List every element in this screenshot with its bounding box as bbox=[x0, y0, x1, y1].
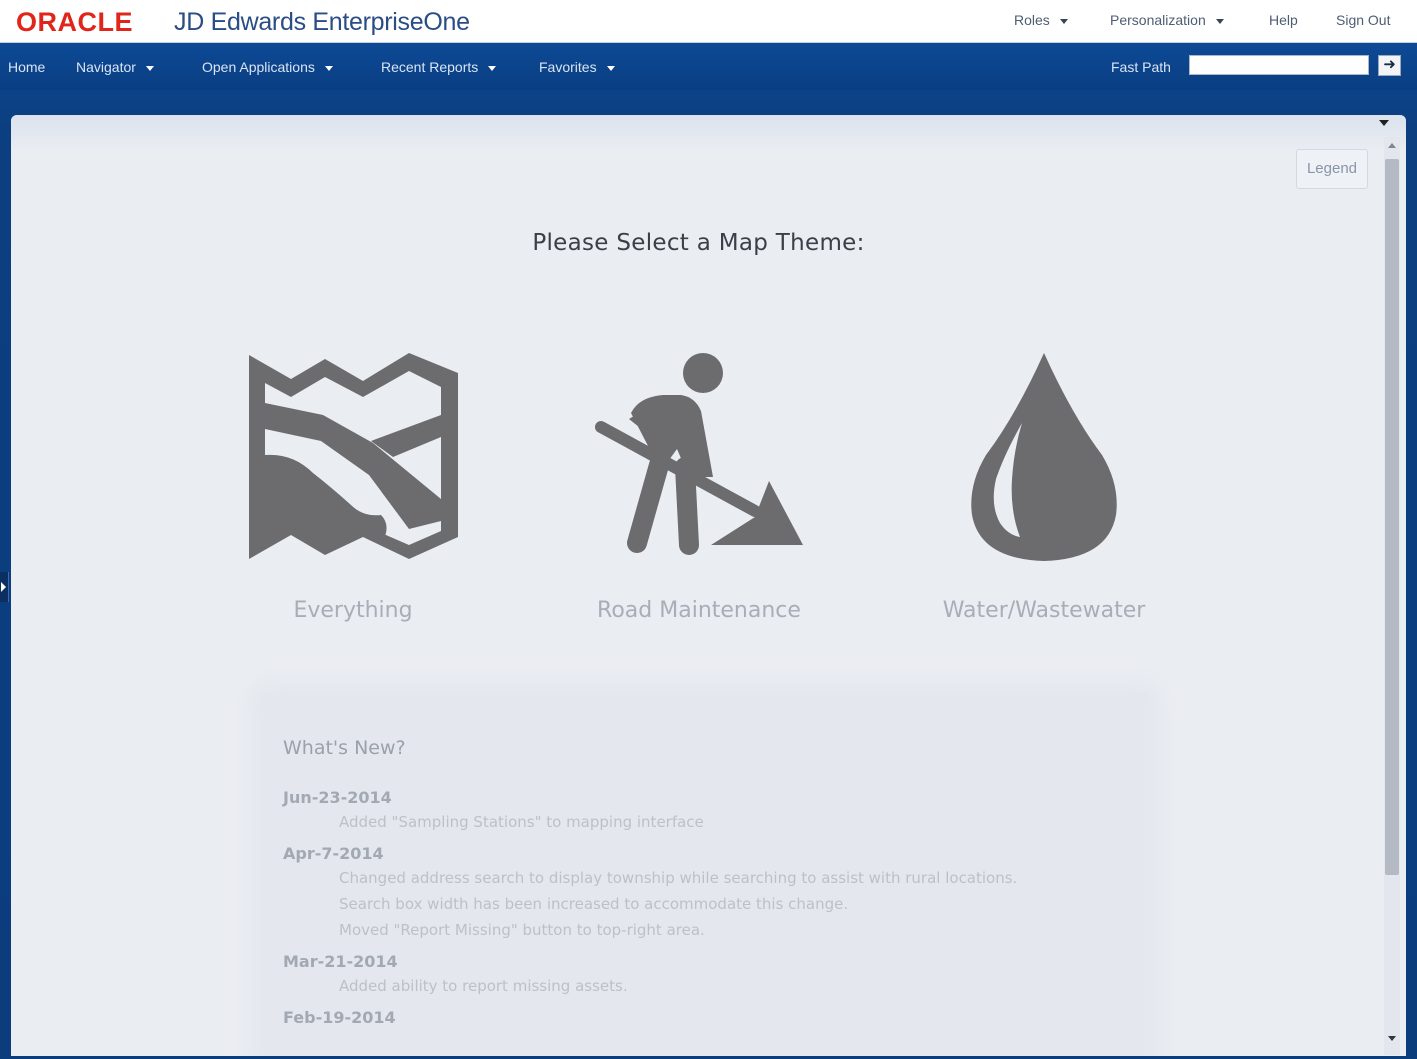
panel-header-shade bbox=[11, 115, 1406, 151]
theme-road-maintenance[interactable]: Road Maintenance bbox=[559, 345, 839, 635]
theme-water-wastewater-label: Water/Wastewater bbox=[942, 598, 1146, 623]
map-theme-panel: Legend Please Select a Map Theme: Everyt… bbox=[11, 115, 1406, 1056]
news-date: Apr-7-2014 bbox=[283, 844, 384, 863]
chevron-down-icon bbox=[1215, 18, 1224, 24]
nav-home[interactable]: Home bbox=[8, 59, 45, 75]
water-drop-icon bbox=[971, 353, 1117, 561]
chevron-down-icon bbox=[606, 65, 615, 71]
sign-out-link[interactable]: Sign Out bbox=[1336, 12, 1390, 28]
scroll-up-icon[interactable] bbox=[1388, 143, 1396, 148]
whats-new-section: What's New? Jun-23-2014 Added "Sampling … bbox=[261, 693, 1151, 1056]
whats-new-title: What's New? bbox=[283, 737, 406, 759]
nav-favorites-label: Favorites bbox=[539, 59, 597, 75]
personalization-menu-label: Personalization bbox=[1110, 12, 1206, 28]
news-item: Moved "Report Missing" button to top-rig… bbox=[339, 921, 705, 939]
chevron-down-icon bbox=[488, 65, 497, 71]
page-title: Please Select a Map Theme: bbox=[532, 230, 865, 256]
personalization-menu[interactable]: Personalization bbox=[1110, 12, 1224, 28]
sidebar-expand-handle[interactable] bbox=[0, 572, 9, 602]
arrow-right-icon: ➜ bbox=[1383, 56, 1396, 73]
top-header: ORACLE JD Edwards EnterpriseOne Roles Pe… bbox=[0, 0, 1417, 43]
nav-recent-reports-label: Recent Reports bbox=[381, 59, 479, 75]
theme-everything-label: Everything bbox=[293, 598, 413, 623]
nav-open-applications-label: Open Applications bbox=[202, 59, 315, 75]
nav-open-applications[interactable]: Open Applications bbox=[202, 59, 333, 75]
news-date: Mar-21-2014 bbox=[283, 952, 398, 971]
chevron-down-icon bbox=[1059, 18, 1068, 24]
fast-path-go-button[interactable]: ➜ bbox=[1378, 55, 1401, 76]
vertical-scrollbar[interactable] bbox=[1384, 137, 1400, 1055]
chevron-down-icon bbox=[145, 65, 154, 71]
legend-button[interactable]: Legend bbox=[1296, 149, 1368, 189]
theme-road-maintenance-label: Road Maintenance bbox=[597, 598, 801, 623]
theme-everything[interactable]: Everything bbox=[213, 345, 493, 635]
scrollbar-thumb[interactable] bbox=[1385, 159, 1399, 875]
news-item: Search box width has been increased to a… bbox=[339, 895, 849, 913]
panel-collapse-icon[interactable] bbox=[1374, 119, 1396, 127]
news-item: Changed address search to display townsh… bbox=[339, 869, 1018, 887]
oracle-logo: ORACLE bbox=[16, 7, 133, 37]
product-name: JD Edwards EnterpriseOne bbox=[174, 8, 470, 36]
chevron-down-icon bbox=[324, 65, 333, 71]
news-item: Added "Sampling Stations" to mapping int… bbox=[339, 813, 704, 831]
whats-new-list: Jun-23-2014 Added "Sampling Stations" to… bbox=[283, 787, 1143, 1029]
roles-menu-label: Roles bbox=[1014, 12, 1050, 28]
news-date: Feb-19-2014 bbox=[283, 1008, 396, 1027]
news-date: Jun-23-2014 bbox=[283, 788, 392, 807]
fast-path-label: Fast Path bbox=[1111, 59, 1171, 75]
news-item: Added ability to report missing assets. bbox=[339, 977, 628, 995]
roles-menu[interactable]: Roles bbox=[1014, 12, 1068, 28]
fast-path-input[interactable] bbox=[1189, 55, 1369, 75]
help-link[interactable]: Help bbox=[1269, 12, 1298, 28]
map-icon bbox=[249, 353, 458, 559]
nav-navigator[interactable]: Navigator bbox=[76, 59, 154, 75]
theme-water-wastewater[interactable]: Water/Wastewater bbox=[904, 345, 1184, 635]
scroll-down-icon[interactable] bbox=[1388, 1036, 1396, 1041]
nav-favorites[interactable]: Favorites bbox=[539, 59, 615, 75]
nav-recent-reports[interactable]: Recent Reports bbox=[381, 59, 497, 75]
road-worker-icon bbox=[595, 353, 803, 555]
nav-navigator-label: Navigator bbox=[76, 59, 136, 75]
